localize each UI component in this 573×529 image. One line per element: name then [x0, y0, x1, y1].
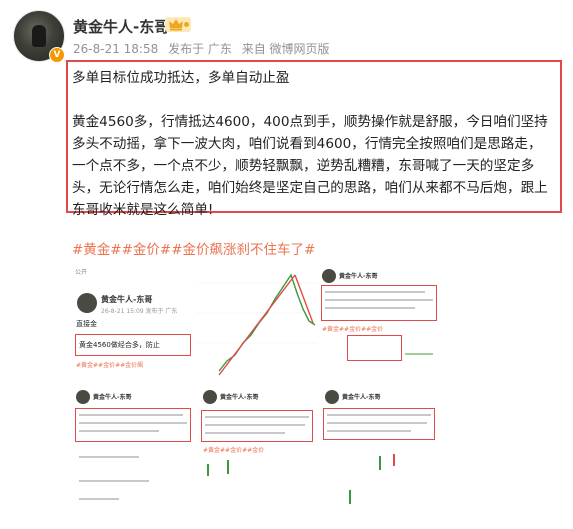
- post-body: 黄金4560多，行情抵达4600，400点到手，顺势操作就是舒服，今日咱们坚持多…: [72, 114, 548, 218]
- crown-vip-icon: [165, 17, 191, 32]
- thumb-text-line: [327, 422, 427, 424]
- thumb-tags: #黄金##金价##金价: [203, 447, 265, 454]
- post-time[interactable]: 26-8-21 18:58: [73, 42, 158, 56]
- post-source: 来自 微博网页版: [241, 42, 330, 56]
- thumb-username: 黄金牛人-东哥: [93, 394, 132, 401]
- thumb-username: 黄金牛人-东哥: [339, 273, 378, 280]
- thumb-text-line: [79, 414, 183, 416]
- thumb-avatar: [322, 269, 336, 283]
- thumb-username: 黄金牛人-东哥: [101, 295, 153, 304]
- thumb-candle: [227, 460, 229, 474]
- thumb-text-line: [205, 424, 305, 426]
- post-location: 发布于 广东: [168, 42, 232, 56]
- thumb-redbox: [201, 410, 313, 442]
- thumb-text-line: [325, 291, 425, 293]
- thumb-text-line: [79, 430, 159, 432]
- thumb-avatar: [325, 390, 339, 404]
- thumb-text-line: [79, 422, 187, 424]
- thumb-candle-chart: [197, 273, 317, 376]
- thumb-avatar: [203, 390, 217, 404]
- post-headline: 多单目标位成功抵达，多单自动止盈: [72, 70, 290, 86]
- thumb-avatar: [77, 293, 97, 313]
- post-meta: 26-8-21 18:58 发布于 广东 来自 微博网页版: [73, 40, 336, 57]
- image-thumb-5[interactable]: 黄金牛人-东哥 #黄金##金价##金价: [197, 386, 317, 517]
- thumb-text-line: [205, 416, 309, 418]
- thumb-avatar: [76, 390, 90, 404]
- hashtags[interactable]: #黄金##金价##金价飙涨刹不住车了#: [72, 238, 315, 258]
- thumb-text-line: [325, 299, 433, 301]
- image-thumb-3[interactable]: 黄金牛人-东哥 #黄金##金价##金价: [319, 263, 439, 381]
- thumb-time: 26-8-21 15:09 发布于 广东: [101, 308, 178, 315]
- thumb-tags: #黄金##金价##金价: [322, 326, 384, 333]
- thumb-text-2: 黄金4560做经合多，防止: [79, 341, 160, 349]
- thumb-username: 黄金牛人-东哥: [220, 394, 259, 401]
- thumb-public-label: 公开: [75, 269, 88, 276]
- thumb-candle: [207, 464, 209, 476]
- thumb-chart-line: [405, 353, 433, 355]
- thumb-text-1: 直接金: [76, 320, 97, 328]
- user-name[interactable]: 黄金牛人-东哥: [73, 16, 169, 37]
- image-thumb-4[interactable]: 黄金牛人-东哥: [73, 386, 193, 517]
- thumb-text-line: [327, 414, 431, 416]
- thumb-redbox-2: [347, 335, 402, 361]
- thumb-username: 黄金牛人-东哥: [342, 394, 381, 401]
- thumb-text-line: [79, 480, 149, 482]
- avatar-figure: [32, 25, 46, 47]
- image-thumb-1[interactable]: 公开 黄金牛人-东哥 26-8-21 15:09 发布于 广东 直接金 黄金45…: [73, 263, 193, 381]
- thumb-redbox: [323, 408, 435, 440]
- post-content: 多单目标位成功抵达，多单自动止盈 黄金4560多，行情抵达4600，400点到手…: [66, 60, 562, 218]
- thumb-candle: [349, 490, 351, 504]
- thumb-tags: #黄金##金价##金价飙: [76, 362, 144, 369]
- thumb-text-line: [325, 307, 415, 309]
- thumb-text-line: [79, 456, 139, 458]
- thumb-text-line: [79, 498, 119, 500]
- image-grid: 公开 黄金牛人-东哥 26-8-21 15:09 发布于 广东 直接金 黄金45…: [73, 263, 453, 517]
- verified-badge-icon: V: [49, 47, 65, 63]
- thumb-candle: [393, 454, 395, 466]
- thumb-text-line: [205, 432, 285, 434]
- thumb-text-line: [327, 430, 411, 432]
- image-thumb-6[interactable]: 黄金牛人-东哥: [319, 386, 439, 517]
- image-thumb-2-chart[interactable]: [197, 263, 317, 381]
- thumb-candle: [379, 456, 381, 470]
